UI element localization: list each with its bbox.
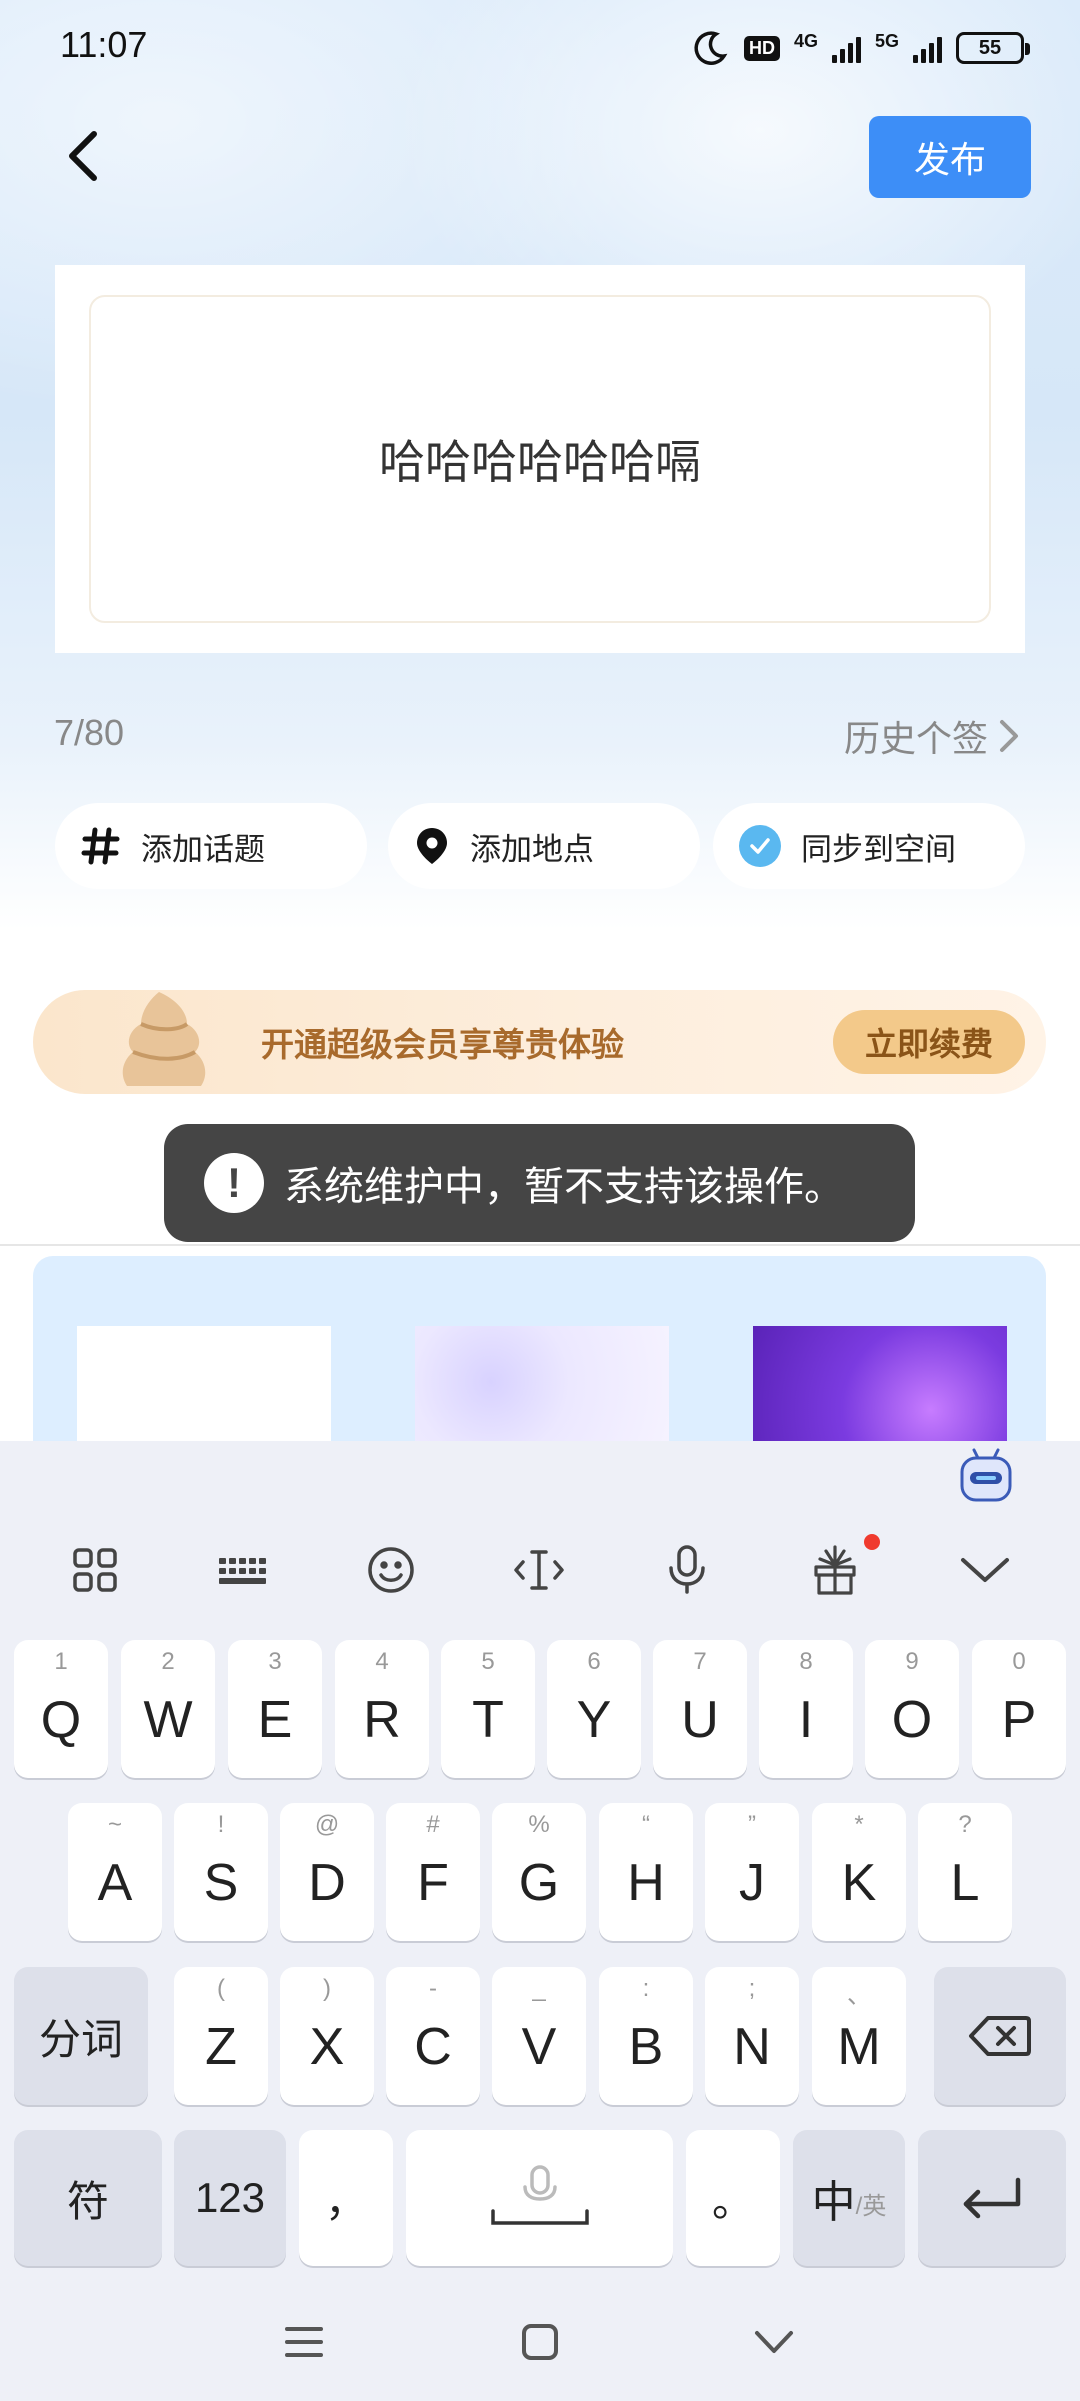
microphone-icon[interactable] (657, 1540, 717, 1600)
add-location-chip[interactable]: 添加地点 (388, 803, 700, 889)
hd-badge: HD (743, 35, 780, 61)
status-icons: HD 4G 5G 55 (690, 26, 1030, 70)
signal-4g-icon (831, 33, 861, 63)
check-circle-icon (739, 825, 781, 867)
language-sub-label: /英 (855, 2192, 887, 2220)
vip-banner[interactable]: 开通超级会员享尊贵体验 立即续费 (33, 990, 1046, 1094)
key-q[interactable]: 1Q (14, 1640, 108, 1778)
network-4g-label: 4G (793, 30, 818, 51)
key-y[interactable]: 6Y (547, 1640, 641, 1778)
add-topic-chip[interactable]: 添加话题 (55, 803, 367, 889)
signature-card: 哈哈哈哈哈哈嗝 (55, 265, 1025, 653)
error-toast: ! 系统维护中，暂不支持该操作。 (164, 1124, 915, 1242)
key-e[interactable]: 3E (228, 1640, 322, 1778)
key-z[interactable]: (Z (174, 1967, 268, 2105)
sync-to-space-chip[interactable]: 同步到空间 (713, 803, 1025, 889)
grid-menu-icon[interactable] (65, 1540, 125, 1600)
history-signature-link[interactable]: 历史个签 (844, 710, 1020, 762)
signature-input[interactable]: 哈哈哈哈哈哈嗝 (89, 295, 991, 623)
key-v[interactable]: _ V (492, 1967, 586, 2105)
numbers-key[interactable]: 123 (174, 2130, 286, 2266)
space-key[interactable] (406, 2130, 673, 2266)
signal-5g-icon (913, 33, 942, 63)
key-a[interactable]: ~ A (68, 1803, 162, 1941)
robot-assistant-icon[interactable] (956, 1446, 1016, 1506)
add-location-label: 添加地点 (470, 831, 594, 868)
enter-icon (963, 2177, 1021, 2219)
toast-message: 系统维护中，暂不支持该操作。 (284, 1164, 844, 1210)
key-i[interactable]: 8I (759, 1640, 853, 1778)
notification-dot (864, 1534, 880, 1550)
key-f[interactable]: # F (386, 1803, 480, 1941)
key-h[interactable]: “H (599, 1803, 693, 1941)
key-b[interactable]: :B (599, 1967, 693, 2105)
history-signature-label: 历史个签 (843, 719, 988, 760)
vip-promo-text: 开通超级会员享尊贵体验 (261, 1025, 624, 1064)
key-r[interactable]: 4R (335, 1640, 429, 1778)
key-d[interactable]: @ D (280, 1803, 374, 1941)
key-p[interactable]: 0P (972, 1640, 1066, 1778)
key-k[interactable]: * K (812, 1803, 906, 1941)
chevron-right-icon (1000, 720, 1018, 752)
char-count: 7/80 (54, 712, 125, 753)
chevron-down-icon[interactable] (955, 1540, 1015, 1600)
status-bar: 11:07 HD 4G 5G 55 (0, 0, 1080, 96)
back-button[interactable] (56, 126, 112, 186)
period-key[interactable]: 。 (686, 2130, 780, 2266)
key-m[interactable]: 、 M (812, 1967, 906, 2105)
language-toggle-key[interactable]: 中/英 (793, 2130, 905, 2266)
key-t[interactable]: 5T (441, 1640, 535, 1778)
key-j[interactable]: ” J (705, 1803, 799, 1941)
publish-button[interactable]: 发布 (869, 116, 1031, 198)
back-nav-icon[interactable] (744, 2312, 804, 2372)
theme-thumbnail[interactable] (753, 1326, 1007, 1456)
location-pin-icon (417, 828, 447, 864)
comma-key[interactable]: ， (299, 2130, 393, 2266)
symbol-key[interactable]: 符 (14, 2130, 162, 2266)
key-l[interactable]: ? L (918, 1803, 1012, 1941)
key-u[interactable]: 7U (653, 1640, 747, 1778)
key-c[interactable]: -C (386, 1967, 480, 2105)
key-x[interactable]: ) X (280, 1967, 374, 2105)
moon-icon (694, 31, 728, 65)
voice-space-icon (490, 2165, 589, 2225)
emoji-icon[interactable] (361, 1540, 421, 1600)
chevron-left-icon (69, 131, 97, 181)
renew-button[interactable]: 立即续费 (833, 1010, 1025, 1074)
home-nav-icon[interactable] (510, 2312, 570, 2372)
ice-cream-icon (122, 992, 206, 1086)
keyboard-layout-icon[interactable] (213, 1540, 273, 1600)
language-main-label: 中 (811, 2178, 856, 2227)
sync-to-space-label: 同步到空间 (801, 831, 956, 868)
menu-nav-icon[interactable] (274, 2312, 334, 2372)
add-topic-label: 添加话题 (141, 831, 265, 868)
theme-panel (33, 1256, 1046, 1456)
divider (0, 1244, 1080, 1246)
enter-key[interactable] (918, 2130, 1066, 2266)
segment-key[interactable]: 分词 (14, 1967, 148, 2105)
network-5g-label: 5G (874, 30, 899, 51)
status-time: 11:07 (60, 24, 148, 65)
key-g[interactable]: % G (492, 1803, 586, 1941)
theme-thumbnail[interactable] (415, 1326, 669, 1456)
gift-box-icon[interactable] (805, 1540, 865, 1600)
backspace-key[interactable] (934, 1967, 1066, 2105)
hashtag-icon (81, 827, 120, 865)
key-o[interactable]: 9O (865, 1640, 959, 1778)
backspace-icon (969, 2016, 1031, 2056)
key-s[interactable]: ! S (174, 1803, 268, 1941)
key-w[interactable]: 2W (121, 1640, 215, 1778)
battery-icon: 55 (956, 32, 1030, 64)
cursor-move-icon[interactable] (509, 1540, 569, 1600)
exclamation-icon: ! (204, 1153, 264, 1213)
key-n[interactable]: ; N (705, 1967, 799, 2105)
theme-thumbnail[interactable] (77, 1326, 331, 1456)
